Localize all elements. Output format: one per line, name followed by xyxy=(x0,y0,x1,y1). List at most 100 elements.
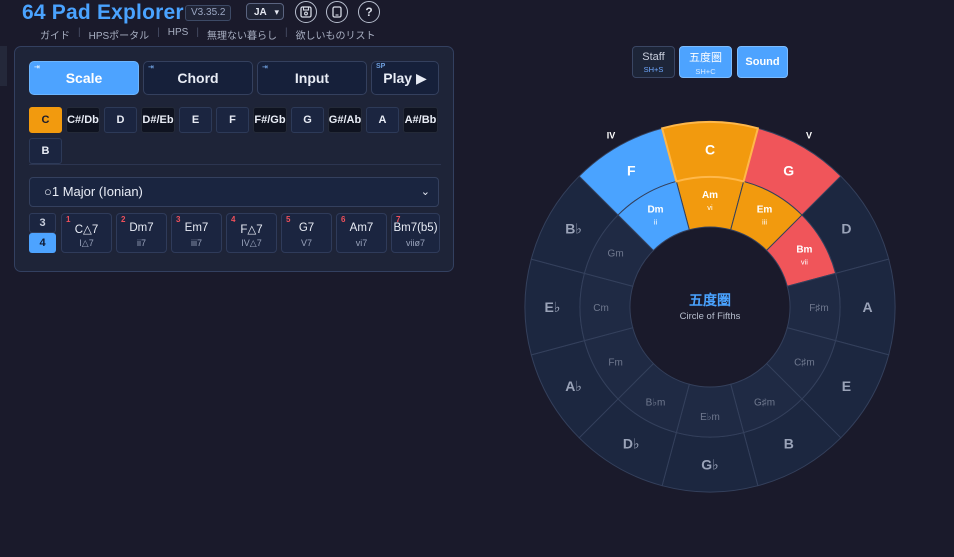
tab-play[interactable]: SP Play ▶ xyxy=(371,61,439,95)
key-f-sharp[interactable]: F#/Gb xyxy=(253,107,287,133)
language-select[interactable]: JA ▾ xyxy=(246,3,284,20)
minor-key-label: Gm xyxy=(608,249,624,260)
save-button[interactable] xyxy=(295,1,317,23)
major-key-label: C xyxy=(705,142,715,158)
major-key-label: F xyxy=(627,163,636,179)
key-e[interactable]: E xyxy=(179,107,212,133)
major-degree-label: IV xyxy=(607,131,616,141)
tab-label: Scale xyxy=(65,70,103,86)
minor-key-label: F♯m xyxy=(809,303,828,314)
chord-name: Bm7(b5) xyxy=(393,222,438,234)
key-d[interactable]: D xyxy=(104,107,137,133)
key-a[interactable]: A xyxy=(366,107,399,133)
minor-degree-label: ii xyxy=(654,218,658,227)
tab-input[interactable]: ⇥ Input xyxy=(257,61,367,95)
chord-button-1[interactable]: 1 C△7 I△7 xyxy=(61,213,112,253)
key-d-sharp[interactable]: D#/Eb xyxy=(141,107,175,133)
tab-key-hint: ⇥ xyxy=(34,64,40,71)
chord-button-3[interactable]: 3 Em7 iii7 xyxy=(171,213,222,253)
sound-button[interactable]: Sound xyxy=(737,46,788,78)
save-icon xyxy=(300,6,312,18)
circle-view-button[interactable]: 五度圏 SH+C xyxy=(679,46,732,78)
tab-label: Chord xyxy=(177,70,219,86)
help-icon: ? xyxy=(365,5,373,19)
major-degree-label: V xyxy=(806,131,812,141)
tab-chord[interactable]: ⇥ Chord xyxy=(143,61,253,95)
chord-degree: vi7 xyxy=(355,238,368,248)
chord-button-2[interactable]: 2 Dm7 ii7 xyxy=(116,213,167,253)
minor-key-label: E♭m xyxy=(700,412,720,423)
tab-key-hint: ⇥ xyxy=(148,64,154,71)
staff-view-button[interactable]: Staff SH+S xyxy=(632,46,675,78)
key-c[interactable]: C xyxy=(29,107,62,133)
circle-of-fifths: C Am vi I G Em iii V D Bm vii A F♯m E C♯m B G♯m G♭ E♭m D♭ B♭… xyxy=(524,112,896,493)
link-guide[interactable]: ガイド xyxy=(32,27,78,42)
help-button[interactable]: ? xyxy=(358,1,380,23)
minor-key-label: G♯m xyxy=(754,397,775,408)
major-key-label: A♭ xyxy=(565,378,582,394)
chevron-down-icon: ▾ xyxy=(274,7,279,17)
key-g-sharp[interactable]: G#/Ab xyxy=(328,107,362,133)
chord-button-4[interactable]: 4 F△7 IV△7 xyxy=(226,213,277,253)
link-hps-portal[interactable]: HPSポータル xyxy=(81,27,158,42)
minor-degree-label: vii xyxy=(801,258,808,267)
major-key-label: G♭ xyxy=(701,457,719,473)
view-shortcut: SH+C xyxy=(695,66,716,76)
link-wishlist[interactable]: 欲しいものリスト xyxy=(288,27,384,42)
chord-button-5[interactable]: 5 G7 V7 xyxy=(281,213,332,253)
tablet-button[interactable] xyxy=(326,1,348,23)
minor-key-label: Bm xyxy=(796,245,812,256)
scale-select[interactable]: ○1 Major (Ionian) ⌄ xyxy=(29,177,439,207)
chord-button-7[interactable]: 7 Bm7(b5) viiø7 xyxy=(391,213,440,253)
chord-name: C△7 xyxy=(74,224,99,236)
chevron-down-icon: ⌄ xyxy=(420,186,430,198)
key-divider xyxy=(29,164,441,165)
tab-key-hint: SP xyxy=(376,63,386,70)
major-key-label: G xyxy=(783,163,794,179)
tablet-icon xyxy=(332,6,342,18)
view-label: Staff xyxy=(642,50,665,63)
chord-button-6[interactable]: 6 Am7 vi7 xyxy=(336,213,387,253)
header-links: ガイド | HPSポータル | HPS | 無理ない暮らし | 欲しいものリスト xyxy=(32,27,384,42)
minor-key-label: B♭m xyxy=(646,397,666,408)
minor-key-label: Am xyxy=(702,190,718,201)
key-f[interactable]: F xyxy=(216,107,249,133)
view-label: 五度圏 xyxy=(689,51,722,64)
minor-degree-label: iii xyxy=(762,218,767,227)
notes-4-toggle[interactable]: 4 xyxy=(29,233,56,253)
minor-key-label: Fm xyxy=(608,358,622,369)
major-key-label: D xyxy=(841,220,851,236)
tab-scale[interactable]: ⇥ Scale xyxy=(29,61,139,95)
link-hps[interactable]: HPS xyxy=(160,27,197,42)
key-g[interactable]: G xyxy=(291,107,324,133)
major-key-label: D♭ xyxy=(623,435,640,451)
side-edge xyxy=(0,46,7,86)
view-shortcut: SH+S xyxy=(643,64,664,74)
chord-degree: V7 xyxy=(300,238,312,248)
chord-name: G7 xyxy=(298,222,315,234)
major-key-label: B♭ xyxy=(565,220,582,236)
circle-subtitle: Circle of Fifths xyxy=(680,311,741,322)
chord-degree: ii7 xyxy=(136,238,146,248)
key-c-sharp[interactable]: C#/Db xyxy=(66,107,100,133)
link-living[interactable]: 無理ない暮らし xyxy=(199,27,285,42)
chord-degree: IV△7 xyxy=(241,238,262,248)
key-a-sharp[interactable]: A#/Bb xyxy=(403,107,438,133)
major-key-label: A xyxy=(862,299,872,315)
tab-label: Input xyxy=(294,70,330,86)
chord-name: Am7 xyxy=(349,222,374,234)
major-degree-label: I xyxy=(709,112,712,114)
minor-key-label: Cm xyxy=(593,303,609,314)
tab-label: Play ▶ xyxy=(383,69,427,86)
chord-degree: I△7 xyxy=(79,238,94,248)
minor-key-label: C♯m xyxy=(794,358,815,369)
chord-name: Em7 xyxy=(184,222,209,234)
minor-degree-label: vi xyxy=(707,203,713,212)
key-b[interactable]: B xyxy=(29,138,62,164)
language-value: JA xyxy=(254,7,267,18)
circle-title: 五度圏 xyxy=(689,292,731,308)
control-panel: ⇥ Scale ⇥ Chord ⇥ Input SP Play ▶ C C#/D… xyxy=(14,46,454,272)
chord-name: F△7 xyxy=(240,224,263,236)
notes-3-toggle[interactable]: 3 xyxy=(29,213,56,233)
scale-select-value: ○1 Major (Ionian) xyxy=(44,184,143,199)
